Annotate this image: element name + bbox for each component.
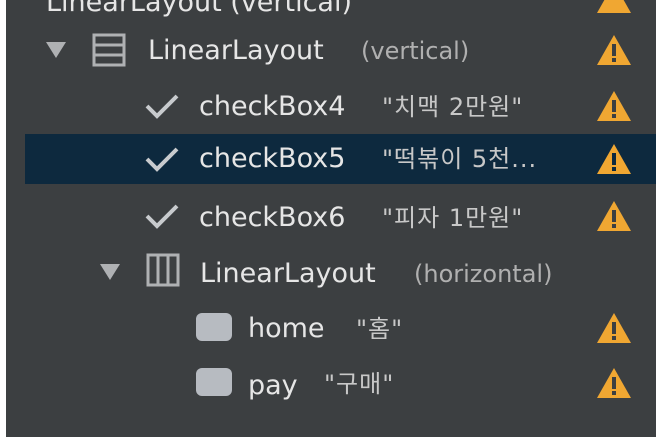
warning-icon[interactable] (596, 34, 632, 66)
warning-icon[interactable] (596, 0, 632, 14)
tree-row-linearlayout-horizontal[interactable]: LinearLayout (horizontal) (6, 250, 656, 298)
node-text: "피자 1만원" (382, 204, 524, 232)
node-name: checkBox5 (199, 143, 346, 174)
warning-icon[interactable] (596, 312, 632, 344)
partial-node-label: LinearLayout (vertical) (46, 0, 353, 18)
warning-icon[interactable] (596, 200, 632, 232)
tree-row-linearlayout-vertical[interactable]: LinearLayout (vertical) (6, 27, 656, 75)
node-text: "구매" (324, 370, 395, 398)
button-widget-icon (196, 368, 232, 396)
tree-row-checkbox6[interactable]: checkBox6 "피자 1만원" (6, 193, 656, 241)
button-widget-icon (196, 313, 232, 341)
vertical-layout-icon (92, 33, 126, 67)
warning-icon[interactable] (596, 143, 632, 175)
node-name: LinearLayout (200, 258, 376, 289)
node-name: checkBox4 (199, 91, 346, 122)
tree-row-checkbox5[interactable]: checkBox5 "떡볶이 5천... (25, 134, 656, 184)
node-text: "떡볶이 5천... (382, 145, 538, 173)
checkbox-icon (145, 204, 179, 229)
checkbox-icon (145, 94, 179, 119)
warning-icon[interactable] (596, 367, 632, 399)
node-detail: (horizontal) (414, 260, 553, 288)
tree-row-home[interactable]: home "홈" (6, 305, 656, 353)
node-name: home (248, 313, 325, 344)
component-tree-panel: LinearLayout (vertical) LinearLayout (ve… (6, 0, 656, 437)
node-name: pay (248, 370, 298, 401)
node-name: checkBox6 (199, 202, 346, 233)
expand-arrow-icon[interactable] (100, 264, 120, 280)
tree-row-pay[interactable]: pay "구매" (6, 360, 656, 408)
horizontal-layout-icon (146, 253, 180, 287)
warning-icon[interactable] (596, 90, 632, 122)
tree-row-partial[interactable]: LinearLayout (vertical) (6, 0, 656, 18)
node-text: "홈" (356, 315, 404, 343)
expand-arrow-icon[interactable] (46, 42, 66, 58)
node-text: "치맥 2만원" (382, 93, 524, 121)
node-name: LinearLayout (148, 35, 324, 66)
checkbox-icon (145, 147, 179, 172)
node-detail: (vertical) (361, 37, 470, 65)
tree-row-checkbox4[interactable]: checkBox4 "치맥 2만원" (6, 83, 656, 131)
